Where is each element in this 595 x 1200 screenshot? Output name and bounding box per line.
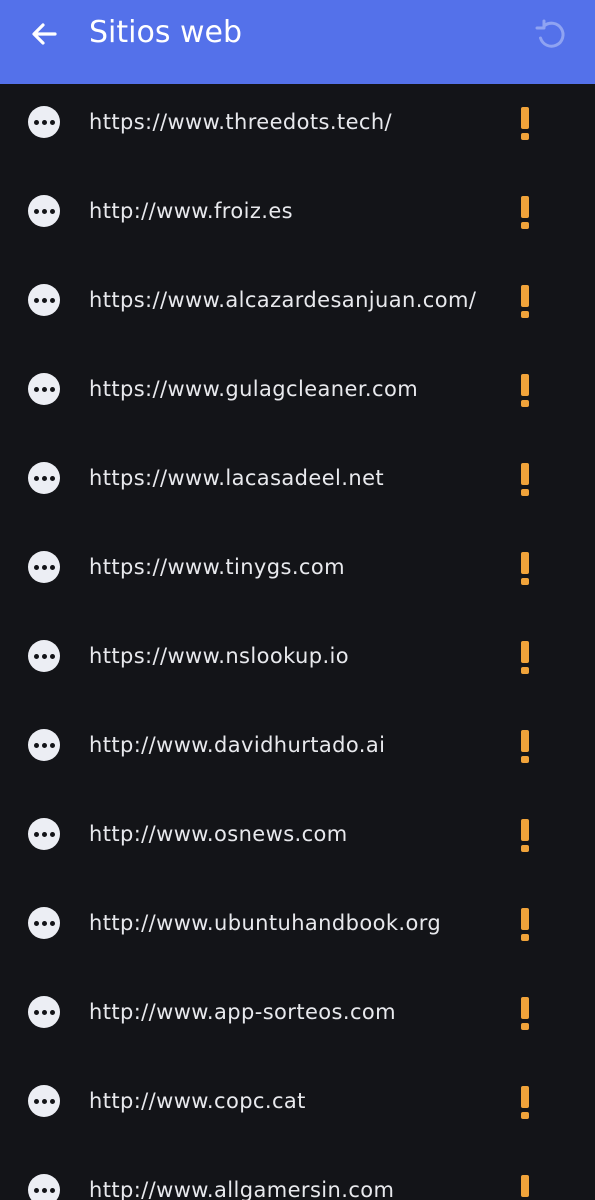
- more-dot: [41, 653, 47, 659]
- exclamation-icon[interactable]: [514, 104, 536, 142]
- website-list-item[interactable]: http://www.davidhurtado.ai: [0, 707, 595, 796]
- more-dot: [33, 208, 39, 214]
- exclamation-icon[interactable]: [514, 905, 536, 943]
- more-dot: [33, 1187, 39, 1193]
- more-dot: [33, 119, 39, 125]
- more-dot: [41, 208, 47, 214]
- website-list: https://www.threedots.tech/http://www.fr…: [0, 84, 595, 1200]
- more-dot: [33, 920, 39, 926]
- exclamation-icon[interactable]: [514, 282, 536, 320]
- arrow-left-icon: [32, 23, 57, 45]
- app-bar: Sitios web: [0, 0, 595, 84]
- website-url: https://www.lacasadeel.net: [89, 466, 385, 490]
- more-dot: [49, 653, 55, 659]
- website-list-item[interactable]: https://www.lacasadeel.net: [0, 440, 595, 529]
- more-dot: [33, 742, 39, 748]
- more-dot: [41, 386, 47, 392]
- more-dot: [41, 119, 47, 125]
- more-dot: [49, 831, 55, 837]
- exclamation-icon[interactable]: [514, 371, 536, 409]
- more-dot: [49, 1009, 55, 1015]
- website-url: http://www.davidhurtado.ai: [89, 733, 386, 757]
- website-list-item[interactable]: http://www.froiz.es: [0, 173, 595, 262]
- website-list-item[interactable]: https://www.threedots.tech/: [0, 84, 595, 173]
- more-horizontal-icon[interactable]: [28, 106, 60, 138]
- exclamation-icon[interactable]: [514, 1083, 536, 1121]
- website-list-item[interactable]: https://www.nslookup.io: [0, 618, 595, 707]
- website-url: https://www.gulagcleaner.com: [89, 377, 419, 401]
- more-horizontal-icon[interactable]: [28, 1085, 60, 1117]
- more-dot: [41, 1098, 47, 1104]
- more-horizontal-icon[interactable]: [28, 462, 60, 494]
- more-dot: [41, 297, 47, 303]
- more-dot: [41, 1009, 47, 1015]
- website-list-item[interactable]: http://www.app-sorteos.com: [0, 974, 595, 1063]
- website-url: https://www.nslookup.io: [89, 644, 350, 668]
- page-title: Sitios web: [89, 15, 243, 50]
- website-list-item[interactable]: http://www.allgamersin.com: [0, 1152, 595, 1200]
- website-list-item[interactable]: https://www.alcazardesanjuan.com/: [0, 262, 595, 351]
- website-url: http://www.app-sorteos.com: [89, 1000, 397, 1024]
- more-dot: [49, 297, 55, 303]
- exclamation-icon[interactable]: [514, 727, 536, 765]
- exclamation-icon[interactable]: [514, 994, 536, 1032]
- more-dot: [49, 920, 55, 926]
- website-list-item[interactable]: http://www.copc.cat: [0, 1063, 595, 1152]
- more-dot: [49, 475, 55, 481]
- more-dot: [33, 831, 39, 837]
- more-dot: [49, 119, 55, 125]
- website-list-item[interactable]: http://www.ubuntuhandbook.org: [0, 885, 595, 974]
- more-horizontal-icon[interactable]: [28, 818, 60, 850]
- more-dot: [41, 564, 47, 570]
- more-dot: [33, 1009, 39, 1015]
- more-dot: [49, 1098, 55, 1104]
- refresh-icon: [535, 19, 565, 48]
- more-dot: [33, 475, 39, 481]
- more-dot: [49, 208, 55, 214]
- exclamation-icon[interactable]: [514, 460, 536, 498]
- website-url: http://www.froiz.es: [89, 199, 294, 223]
- more-dot: [33, 386, 39, 392]
- more-horizontal-icon[interactable]: [28, 640, 60, 672]
- more-horizontal-icon[interactable]: [28, 907, 60, 939]
- more-dot: [41, 742, 47, 748]
- website-list-item[interactable]: http://www.osnews.com: [0, 796, 595, 885]
- website-url: http://www.osnews.com: [89, 822, 348, 846]
- website-url: http://www.ubuntuhandbook.org: [89, 911, 442, 935]
- exclamation-icon[interactable]: [514, 549, 536, 587]
- more-dot: [33, 653, 39, 659]
- more-dot: [33, 297, 39, 303]
- more-horizontal-icon[interactable]: [28, 1174, 60, 1200]
- more-horizontal-icon[interactable]: [28, 551, 60, 583]
- more-dot: [49, 386, 55, 392]
- website-url: https://www.alcazardesanjuan.com/: [89, 288, 477, 312]
- more-horizontal-icon[interactable]: [28, 195, 60, 227]
- exclamation-icon[interactable]: [514, 816, 536, 854]
- website-url: http://www.copc.cat: [89, 1089, 306, 1113]
- more-dot: [41, 1187, 47, 1193]
- more-dot: [41, 475, 47, 481]
- more-horizontal-icon[interactable]: [28, 373, 60, 405]
- more-dot: [41, 920, 47, 926]
- website-list-item[interactable]: https://www.gulagcleaner.com: [0, 351, 595, 440]
- more-horizontal-icon[interactable]: [28, 729, 60, 761]
- more-horizontal-icon[interactable]: [28, 284, 60, 316]
- more-dot: [49, 1187, 55, 1193]
- exclamation-icon[interactable]: [514, 638, 536, 676]
- more-dot: [49, 742, 55, 748]
- website-list-item[interactable]: https://www.tinygs.com: [0, 529, 595, 618]
- website-url: https://www.threedots.tech/: [89, 110, 393, 134]
- exclamation-icon[interactable]: [514, 193, 536, 231]
- more-dot: [41, 831, 47, 837]
- more-dot: [49, 564, 55, 570]
- more-dot: [33, 564, 39, 570]
- refresh-button[interactable]: [530, 14, 572, 56]
- website-url: http://www.allgamersin.com: [89, 1178, 395, 1200]
- website-url: https://www.tinygs.com: [89, 555, 345, 579]
- back-button[interactable]: [22, 14, 66, 54]
- more-horizontal-icon[interactable]: [28, 996, 60, 1028]
- more-dot: [33, 1098, 39, 1104]
- exclamation-icon[interactable]: [514, 1172, 536, 1200]
